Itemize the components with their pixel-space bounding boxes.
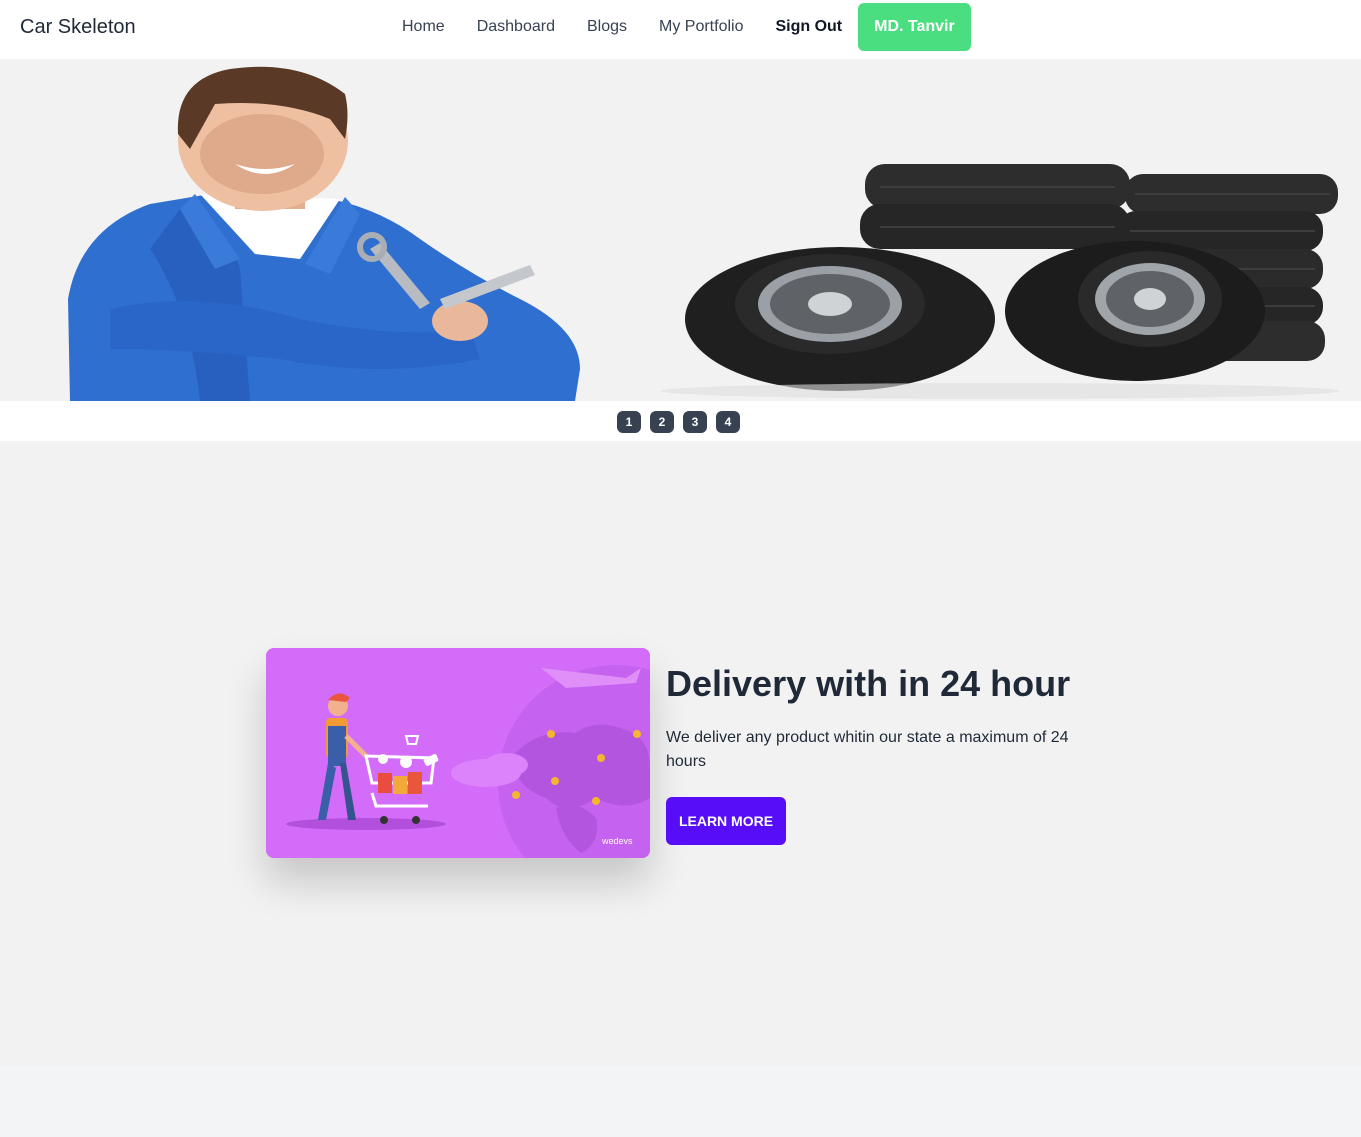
delivery-illustration: wedevs xyxy=(266,648,650,858)
carousel-pager-band: 1 2 3 4 xyxy=(0,401,1361,441)
learn-more-button[interactable]: LEARN MORE xyxy=(666,797,786,845)
nav-links: Home Dashboard Blogs My Portfolio Sign O… xyxy=(386,3,971,51)
wedevs-watermark: wedevs xyxy=(601,836,633,846)
delivery-image-card: wedevs xyxy=(266,648,650,858)
brand-logo[interactable]: Car Skeleton xyxy=(20,16,136,39)
user-name-button[interactable]: MD. Tanvir xyxy=(858,3,971,51)
navbar: Car Skeleton Home Dashboard Blogs My Por… xyxy=(0,0,1361,59)
footer-band xyxy=(0,1066,1361,1137)
carousel-pager: 1 2 3 4 xyxy=(617,411,740,433)
carousel-page-2[interactable]: 2 xyxy=(650,411,674,433)
hero-image xyxy=(0,59,1361,401)
nav-home-link[interactable]: Home xyxy=(386,18,461,36)
carousel-page-3[interactable]: 3 xyxy=(683,411,707,433)
nav-dashboard-link[interactable]: Dashboard xyxy=(461,18,571,36)
carousel-page-4[interactable]: 4 xyxy=(716,411,740,433)
feature-description: We deliver any product whitin our state … xyxy=(666,729,1069,770)
carousel-page-1[interactable]: 1 xyxy=(617,411,641,433)
feature-title: Delivery with in 24 hour xyxy=(666,663,1071,704)
sign-out-link[interactable]: Sign Out xyxy=(759,18,858,36)
delivery-feature-section: wedevs Delivery with in 24 hour We deliv… xyxy=(0,441,1361,1066)
nav-blogs-link[interactable]: Blogs xyxy=(571,18,643,36)
hero-carousel xyxy=(0,59,1361,401)
nav-portfolio-link[interactable]: My Portfolio xyxy=(643,18,759,36)
